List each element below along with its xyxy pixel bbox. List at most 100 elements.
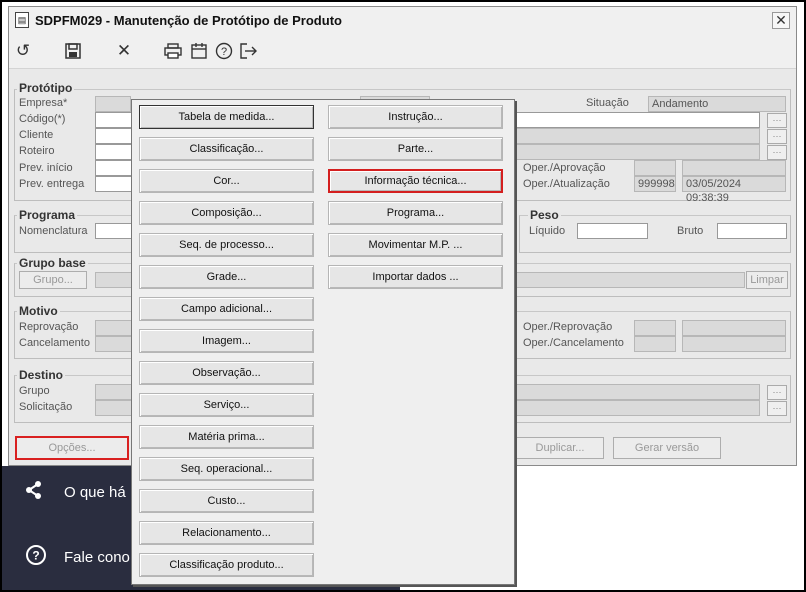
undo-icon[interactable]: ↺ <box>11 39 35 63</box>
option-observação-button[interactable]: Observação... <box>139 361 314 385</box>
cancel-icon[interactable]: ✕ <box>112 39 136 63</box>
option-seq-operacional-button[interactable]: Seq. operacional... <box>139 457 314 481</box>
solicitacao-search-button[interactable]: ⋯ <box>767 401 787 416</box>
oper-atualizacao-label: Oper./Atualização <box>523 178 610 190</box>
svg-text:?: ? <box>32 549 39 563</box>
option-cor-button[interactable]: Cor... <box>139 169 314 193</box>
option-parte-button[interactable]: Parte... <box>328 137 503 161</box>
exit-icon[interactable] <box>237 39 261 63</box>
situacao-field: Andamento <box>648 96 786 112</box>
option-composição-button[interactable]: Composição... <box>139 201 314 225</box>
option-grade-button[interactable]: Grade... <box>139 265 314 289</box>
cliente-desc-field <box>516 128 760 144</box>
nomenclatura-label: Nomenclatura <box>19 225 88 237</box>
empresa-field[interactable] <box>95 96 131 112</box>
help-circle-icon: ? <box>24 544 48 571</box>
oper-cancelamento-label: Oper./Cancelamento <box>523 337 624 349</box>
option-serviço-button[interactable]: Serviço... <box>139 393 314 417</box>
oper-aprovacao-label: Oper./Aprovação <box>523 162 606 174</box>
cliente-field[interactable] <box>95 128 135 144</box>
reprovacao-field <box>95 320 135 336</box>
limpar-button[interactable]: Limpar <box>746 271 788 289</box>
oper-reprovacao-date <box>682 320 786 336</box>
background-item-news[interactable]: O que há <box>22 480 126 505</box>
roteiro-label: Roteiro <box>19 145 55 157</box>
save-icon[interactable] <box>61 39 85 63</box>
app-icon: ▤ <box>15 12 29 28</box>
background-item-contact-label: Fale cono <box>64 549 130 566</box>
option-classificação-produto-button[interactable]: Classificação produto... <box>139 553 314 577</box>
option-programa-button[interactable]: Programa... <box>328 201 503 225</box>
roteiro-search-button[interactable]: ⋯ <box>767 145 787 160</box>
reprovacao-label: Reprovação <box>19 321 79 333</box>
title-bar: ▤ SDPFM029 - Manutenção de Protótipo de … <box>9 7 796 33</box>
close-button[interactable]: ✕ <box>772 12 790 29</box>
option-informação-técnica-button[interactable]: Informação técnica... <box>328 169 503 193</box>
nomenclatura-field[interactable] <box>95 223 135 239</box>
destino-grupo-search-button[interactable]: ⋯ <box>767 385 787 400</box>
cancelamento-field <box>95 336 135 352</box>
cliente-label: Cliente <box>19 129 54 141</box>
oper-cancelamento-date <box>682 336 786 352</box>
option-relacionamento-button[interactable]: Relacionamento... <box>139 521 314 545</box>
oper-reprovacao-code <box>634 320 676 336</box>
codigo-label: Código(*) <box>19 113 66 125</box>
calendar-icon[interactable] <box>187 39 211 63</box>
grupo-label: Grupo <box>19 385 50 397</box>
oper-reprovacao-label: Oper./Reprovação <box>523 321 613 333</box>
liquido-field[interactable] <box>577 223 648 239</box>
svg-text:?: ? <box>221 46 227 58</box>
prev-inicio-label: Prev. início <box>19 162 73 174</box>
prev-entrega-field[interactable] <box>95 176 135 192</box>
help-icon[interactable]: ? <box>212 39 236 63</box>
print-icon[interactable] <box>161 39 185 63</box>
grupo-button[interactable]: Grupo... <box>19 271 87 289</box>
cancelamento-label: Cancelamento <box>19 337 90 349</box>
peso-title: Peso <box>528 208 561 222</box>
option-movimentar-m-p-button[interactable]: Movimentar M.P. ... <box>328 233 503 257</box>
background-item-news-label: O que há <box>64 484 126 501</box>
programa-title: Programa <box>17 208 78 222</box>
oper-atualizacao-code: 999998 <box>634 176 676 192</box>
solicitacao-desc <box>516 400 760 416</box>
option-instrução-button[interactable]: Instrução... <box>328 105 503 129</box>
window-title: SDPFM029 - Manutenção de Protótipo de Pr… <box>35 12 342 28</box>
prototipo-title: Protótipo <box>17 81 75 95</box>
destino-grupo-desc <box>516 384 760 400</box>
option-campo-adicional-button[interactable]: Campo adicional... <box>139 297 314 321</box>
oper-cancelamento-code <box>634 336 676 352</box>
roteiro-field[interactable] <box>95 144 135 160</box>
destino-grupo-field <box>95 384 135 400</box>
liquido-label: Líquido <box>529 225 566 237</box>
motivo-title: Motivo <box>17 304 60 318</box>
roteiro-desc-field <box>516 144 760 160</box>
option-classificação-button[interactable]: Classificação... <box>139 137 314 161</box>
destino-title: Destino <box>17 368 66 382</box>
solicitacao-label: Solicitação <box>19 401 73 413</box>
background-item-contact[interactable]: ? Fale cono <box>24 544 130 571</box>
solicitacao-field <box>95 400 135 416</box>
codigo-field[interactable] <box>95 112 135 128</box>
codigo-desc-field[interactable] <box>516 112 760 128</box>
prev-entrega-label: Prev. entrega <box>19 178 85 190</box>
oper-aprovacao-date <box>682 160 786 176</box>
gerar-versao-button[interactable]: Gerar versão <box>613 437 721 459</box>
option-matéria-prima-button[interactable]: Matéria prima... <box>139 425 314 449</box>
option-tabela-de-medida-button[interactable]: Tabela de medida... <box>139 105 314 129</box>
duplicar-button[interactable]: Duplicar... <box>516 437 604 459</box>
opcoes-button[interactable]: Opções... <box>15 436 129 460</box>
codigo-search-button[interactable]: ⋯ <box>767 113 787 128</box>
option-custo-button[interactable]: Custo... <box>139 489 314 513</box>
bruto-field[interactable] <box>717 223 787 239</box>
cliente-search-button[interactable]: ⋯ <box>767 129 787 144</box>
option-seq-de-processo-button[interactable]: Seq. de processo... <box>139 233 314 257</box>
toolbar: ↺ ✕ ? <box>9 33 796 69</box>
share-icon <box>22 480 46 505</box>
oper-aprovacao-code <box>634 160 676 176</box>
option-imagem-button[interactable]: Imagem... <box>139 329 314 353</box>
grupo-base-title: Grupo base <box>17 256 88 270</box>
prev-inicio-field[interactable] <box>95 160 135 176</box>
option-importar-dados-button[interactable]: Importar dados ... <box>328 265 503 289</box>
bruto-label: Bruto <box>677 225 704 237</box>
empresa-label: Empresa* <box>19 97 68 109</box>
